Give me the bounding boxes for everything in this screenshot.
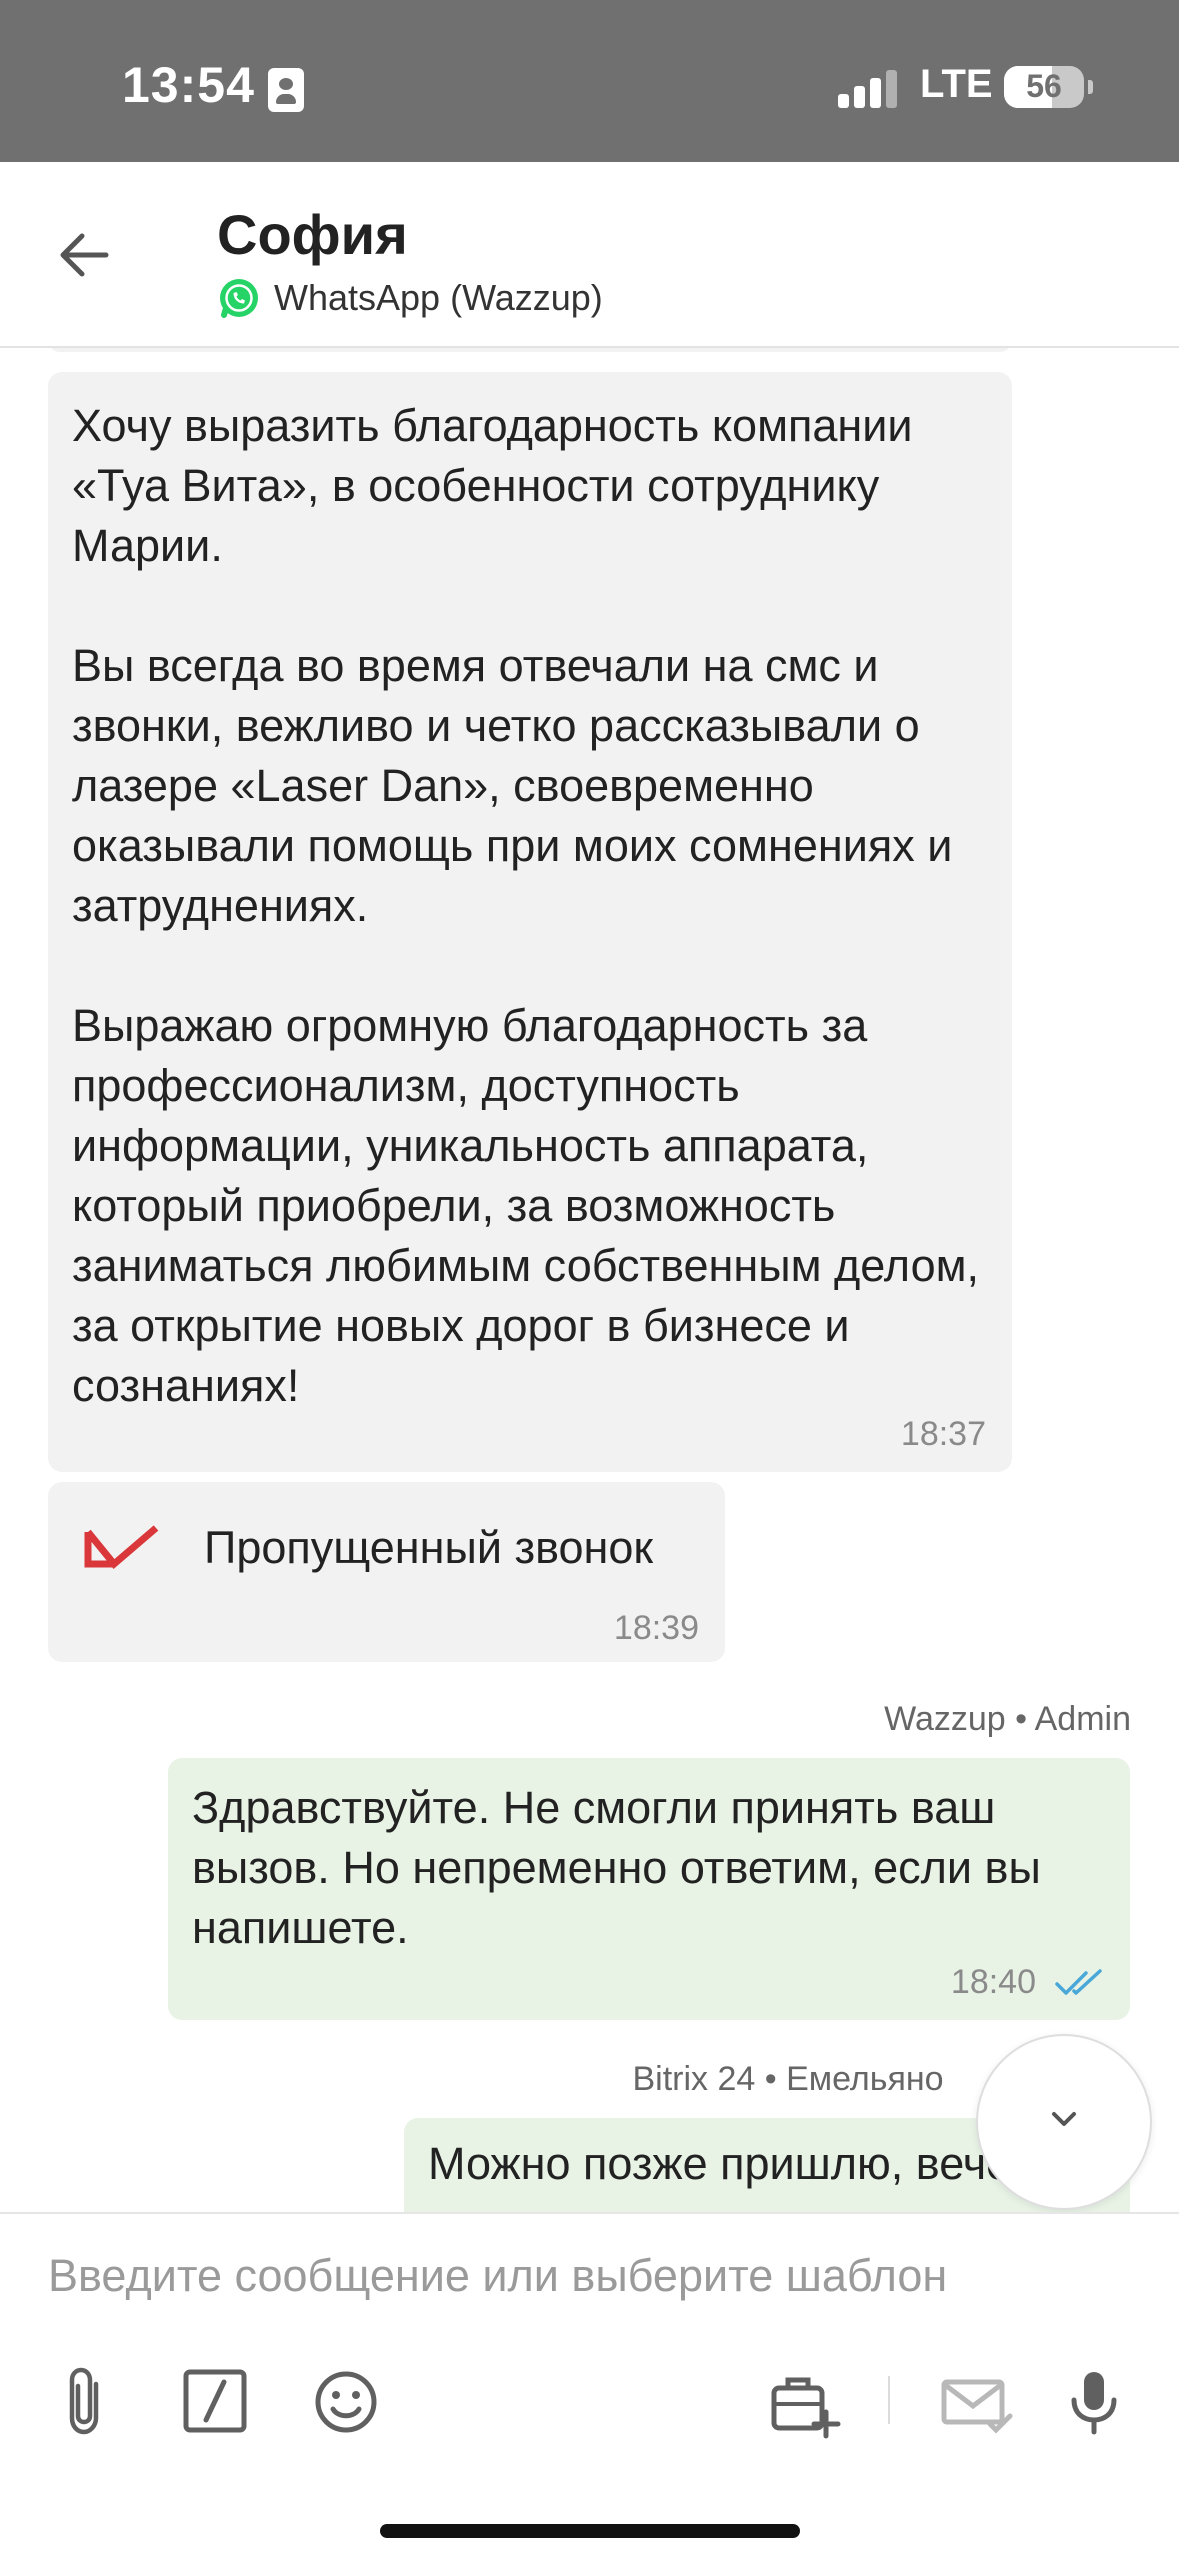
message-list[interactable]: Хочу выразить благодарность компании «Ту… [0,348,1179,2212]
chevron-down-icon [1052,2112,1076,2126]
attach-button[interactable] [46,2362,126,2442]
battery-level: 56 [1026,68,1062,104]
arrow-left-icon [60,233,109,277]
slash-command-icon [183,2369,247,2433]
outgoing-message[interactable]: Здравствуйте. Не смогли принять ваш вызо… [168,1758,1130,2020]
voice-message-button[interactable] [1054,2362,1134,2442]
contact-name[interactable]: София [217,202,408,267]
emoji-icon [315,2371,377,2433]
scroll-to-bottom-button[interactable] [976,2034,1152,2210]
mail-check-icon [941,2379,1013,2434]
command-button[interactable] [176,2362,256,2442]
previous-message-bubble [48,348,1012,352]
toolbar-divider [888,2376,890,2424]
status-time: 13:54 [122,57,255,113]
home-indicator [380,2524,800,2538]
message-input[interactable]: Введите сообщение или выберите шаблон [48,2250,947,2302]
status-bar: 13:54 LTE 56 [0,0,1179,162]
double-check-icon [1055,1969,1102,1995]
missed-call-label: Пропущенный звонок [204,1522,654,1573]
emoji-button[interactable] [306,2362,386,2442]
message-text: Здравствуйте. Не смогли принять ваш вызо… [192,1782,1054,1953]
incoming-message[interactable]: Хочу выразить благодарность компании «Ту… [48,372,1012,1472]
sender-name: Bitrix 24 • Емельяно [632,2060,944,2098]
message-text: Хочу выразить благодарность компании «Ту… [72,400,980,1411]
channel-info: WhatsApp (Wazzup) [218,274,603,322]
send-email-button[interactable] [936,2362,1016,2442]
channel-name: WhatsApp (Wazzup) [274,277,603,318]
microphone-icon [1071,2372,1117,2435]
network-type: LTE [920,62,993,106]
message-time: 18:37 [900,1415,986,1453]
whatsapp-icon [220,279,258,318]
add-deal-button[interactable] [764,2362,844,2442]
back-button[interactable] [50,220,120,290]
paperclip-icon [69,2367,99,2435]
message-sender: Wazzup • Admin [884,1700,1131,1738]
message-time: 18:40 [950,1963,1036,2001]
briefcase-add-icon [771,2377,841,2439]
message-time: 18:39 [613,1609,699,1647]
contact-card-icon [268,68,304,112]
missed-call-message[interactable]: Пропущенный звонок 18:39 [48,1482,725,1662]
battery-icon: 56 [1004,66,1093,108]
missed-call-icon [84,1525,159,1569]
message-composer: Введите сообщение или выберите шаблон [0,2212,1179,2558]
chat-header: София WhatsApp (Wazzup) [0,162,1179,348]
signal-icon [838,70,898,108]
